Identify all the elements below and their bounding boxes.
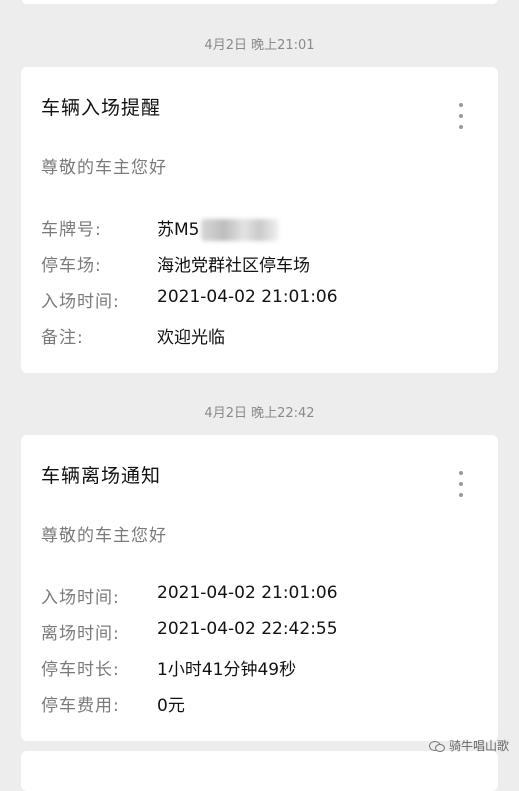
entry-time-label: 入场时间: xyxy=(41,292,120,312)
entry-time-row: 入场时间: 2021-04-02 21:01:06 xyxy=(41,287,481,312)
exit-time-row: 离场时间: 2021-04-02 22:42:55 xyxy=(41,619,481,644)
exit-time-label: 离场时间: xyxy=(41,624,120,644)
entry-time-value: 2021-04-02 21:01:06 xyxy=(157,583,338,603)
parking-lot-value: 海池党群社区停车场 xyxy=(157,256,310,276)
remark-value: 欢迎光临 xyxy=(157,328,225,348)
entry-time-label: 入场时间: xyxy=(41,588,120,608)
fee-value: 0元 xyxy=(157,696,185,716)
watermark-text: 骑牛唱山歌 xyxy=(448,739,509,753)
card-title: 车辆离场通知 xyxy=(41,465,162,487)
plate-row: 车牌号: 苏M5 xyxy=(41,215,481,241)
fee-row: 停车费用: 0元 xyxy=(41,691,481,716)
duration-value: 1小时41分钟49秒 xyxy=(157,660,297,680)
plate-label: 车牌号: xyxy=(41,220,102,240)
vehicle-entry-card[interactable]: 车辆入场提醒 尊敬的车主您好 车牌号: 苏M5 停车场: 海池党群社区停车场 入… xyxy=(21,67,498,373)
entry-time-row: 入场时间: 2021-04-02 21:01:06 xyxy=(41,583,481,608)
previous-message-card xyxy=(21,0,498,4)
fee-label: 停车费用: xyxy=(41,696,120,716)
parking-lot-row: 停车场: 海池党群社区停车场 xyxy=(41,251,481,276)
next-message-card xyxy=(21,751,498,791)
message-timestamp: 4月2日 晚上21:01 xyxy=(204,38,315,53)
plate-value-wrap: 苏M5 xyxy=(157,215,280,241)
wechat-icon xyxy=(428,740,445,752)
more-options-icon[interactable] xyxy=(458,471,464,497)
card-title: 车辆入场提醒 xyxy=(41,97,162,119)
plate-value: 苏M5 xyxy=(157,220,200,240)
entry-time-value: 2021-04-02 21:01:06 xyxy=(157,287,338,307)
more-options-icon[interactable] xyxy=(458,103,464,129)
vehicle-exit-card[interactable]: 车辆离场通知 尊敬的车主您好 入场时间: 2021-04-02 21:01:06… xyxy=(21,435,498,741)
watermark: 骑牛唱山歌 xyxy=(428,737,509,754)
remark-row: 备注: 欢迎光临 xyxy=(41,323,481,348)
parking-lot-label: 停车场: xyxy=(41,256,102,276)
greeting-text: 尊敬的车主您好 xyxy=(41,158,167,178)
message-timestamp: 4月2日 晚上22:42 xyxy=(204,406,315,421)
remark-label: 备注: xyxy=(41,328,84,348)
redacted-blur xyxy=(201,219,280,241)
duration-label: 停车时长: xyxy=(41,660,120,680)
exit-time-value: 2021-04-02 22:42:55 xyxy=(157,619,338,639)
duration-row: 停车时长: 1小时41分钟49秒 xyxy=(41,655,481,680)
greeting-text: 尊敬的车主您好 xyxy=(41,526,167,546)
